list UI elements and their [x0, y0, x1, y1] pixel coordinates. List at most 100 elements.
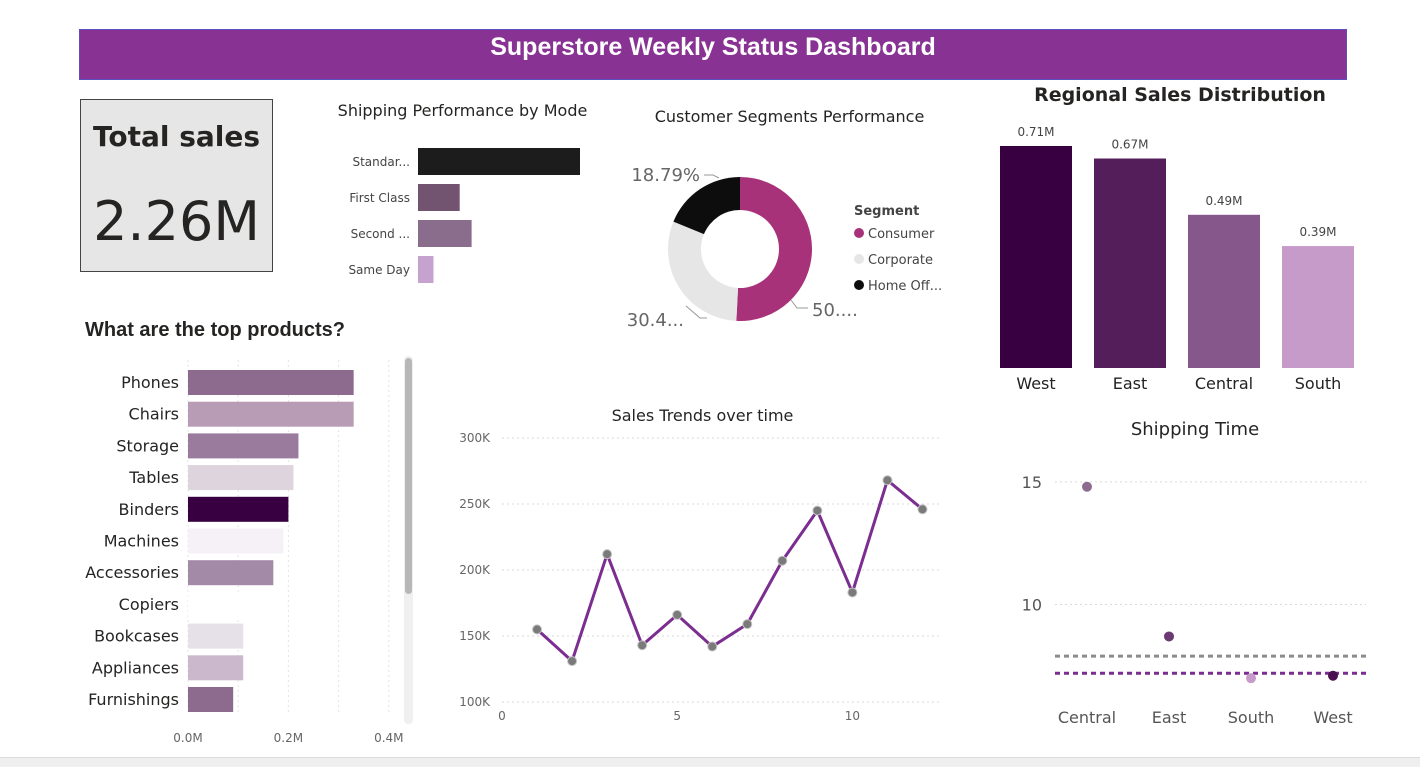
shipping-time-point[interactable]	[1082, 481, 1092, 492]
regional-sales-data-label: 0.39M	[1299, 225, 1336, 239]
product-category-label: Accessories	[85, 563, 179, 582]
segment-slice[interactable]	[736, 177, 813, 321]
shipping-mode-label: First Class	[349, 191, 410, 205]
shipping-time-y-tick: 15	[1022, 473, 1042, 492]
segment-data-label: 18.79%	[631, 165, 700, 186]
product-category-label: Binders	[119, 500, 179, 519]
top-products-chart[interactable]: Phones Chairs Storage Tables Binders Machines…	[80, 355, 410, 750]
product-category-label: Storage	[116, 436, 179, 455]
trend-point[interactable]	[777, 555, 788, 566]
regional-sales-bar[interactable]	[1282, 246, 1354, 368]
segment-legend-item[interactable]: Home Off...	[868, 279, 942, 294]
total-sales-card[interactable]: Total sales 2.26M	[80, 99, 273, 272]
segment-data-label: 30.4...	[627, 310, 684, 331]
trend-y-tick: 100K	[459, 695, 491, 709]
shipping-time-chart-title: Shipping Time	[1130, 419, 1260, 440]
shipping-time-y-tick: 10	[1022, 596, 1042, 615]
product-category-label: Appliances	[92, 658, 179, 677]
trend-point[interactable]	[917, 504, 928, 515]
products-x-tick: 0.2M	[274, 731, 303, 745]
shipping-mode-chart-title: Shipping Performance by Mode	[337, 101, 588, 120]
top-products-chart-title: What are the top products?	[85, 319, 345, 341]
trend-point[interactable]	[742, 619, 753, 630]
trend-point[interactable]	[637, 640, 648, 651]
regional-sales-bar[interactable]	[1188, 214, 1260, 368]
shipping-time-category-label: East	[1152, 708, 1187, 727]
product-category-label: Tables	[128, 468, 179, 487]
trend-x-tick: 0	[498, 709, 506, 723]
kpi-value: 2.26M	[93, 190, 260, 253]
trend-point[interactable]	[567, 656, 578, 667]
product-bar[interactable]	[188, 560, 274, 586]
shipping-mode-bar[interactable]	[418, 184, 460, 211]
shipping-time-category-label: South	[1228, 708, 1275, 727]
product-bar[interactable]	[188, 401, 354, 427]
product-bar[interactable]	[188, 496, 289, 522]
trend-point[interactable]	[672, 609, 683, 620]
regional-sales-bar[interactable]	[1094, 158, 1166, 368]
sales-trend-chart-title: Sales Trends over time	[611, 406, 794, 425]
legend-marker-icon	[854, 280, 864, 290]
shipping-time-point[interactable]	[1246, 673, 1256, 684]
trend-line[interactable]	[536, 478, 924, 663]
sales-trend-chart[interactable]: 100K 150K 200K 250K 300K 0 5 10	[440, 425, 950, 730]
products-x-tick: 0.0M	[173, 731, 202, 745]
segment-slice[interactable]	[668, 221, 739, 321]
regional-sales-chart-title: Regional Sales Distribution	[1034, 84, 1326, 106]
trend-point[interactable]	[602, 549, 613, 560]
regional-sales-category-label: West	[1016, 374, 1055, 393]
regional-sales-category-label: Central	[1195, 374, 1253, 393]
product-bar[interactable]	[188, 623, 244, 649]
shipping-mode-label: Second ...	[351, 227, 410, 241]
segment-legend-item[interactable]: Consumer	[868, 227, 935, 242]
segments-chart-title: Customer Segments Performance	[654, 107, 925, 126]
products-scrollbar[interactable]	[404, 356, 413, 724]
product-category-label: Chairs	[129, 405, 179, 424]
trend-point[interactable]	[532, 624, 543, 635]
product-category-label: Furnishings	[88, 690, 179, 709]
shipping-mode-bar[interactable]	[418, 148, 580, 175]
product-bar[interactable]	[188, 370, 354, 395]
shipping-time-point[interactable]	[1164, 631, 1174, 642]
shipping-mode-label: Standar...	[352, 155, 410, 169]
shipping-time-category-label: Central	[1058, 708, 1116, 727]
product-bar[interactable]	[188, 433, 299, 459]
shipping-time-chart[interactable]: 10 15 Central East South West	[1010, 445, 1370, 735]
shipping-mode-bar[interactable]	[418, 220, 472, 247]
kpi-label: Total sales	[92, 120, 261, 153]
trend-y-tick: 250K	[459, 497, 491, 511]
trend-point[interactable]	[882, 475, 893, 486]
regional-sales-chart[interactable]: 0.71M West 0.67M East 0.49M Central 0.39M South	[990, 115, 1365, 400]
segment-leader-line	[790, 299, 808, 309]
segments-donut-chart[interactable]: 50.... 30.4... 18.79% Segment Consumer Corpor…	[625, 140, 955, 340]
trend-y-tick: 200K	[459, 563, 491, 577]
regional-sales-data-label: 0.67M	[1111, 138, 1148, 152]
trend-y-tick: 300K	[459, 431, 491, 445]
regional-sales-bar[interactable]	[1000, 146, 1072, 368]
product-bar[interactable]	[188, 465, 294, 491]
product-bar[interactable]	[188, 655, 244, 681]
shipping-mode-bar[interactable]	[418, 256, 434, 283]
trend-point[interactable]	[812, 505, 823, 516]
segment-legend-item[interactable]: Corporate	[868, 253, 933, 268]
shipping-time-point[interactable]	[1328, 670, 1338, 681]
products-scrollbar-thumb[interactable]	[405, 358, 412, 594]
shipping-mode-label: Same Day	[348, 263, 410, 277]
trend-y-tick: 150K	[459, 629, 491, 643]
product-bar[interactable]	[188, 687, 234, 712]
product-category-label: Copiers	[119, 595, 179, 614]
trend-x-tick: 5	[673, 709, 681, 723]
legend-marker-icon	[854, 228, 864, 238]
dashboard-title: Superstore Weekly Status Dashboard	[490, 33, 936, 61]
trend-point[interactable]	[707, 641, 718, 652]
segment-data-label: 50....	[812, 300, 858, 321]
segment-legend-title: Segment	[854, 204, 919, 219]
regional-sales-category-label: East	[1113, 374, 1148, 393]
trend-x-tick: 10	[845, 709, 860, 723]
product-bar[interactable]	[188, 591, 264, 617]
segment-leader-line	[704, 174, 720, 179]
product-category-label: Phones	[121, 373, 179, 392]
product-bar[interactable]	[188, 528, 284, 554]
trend-point[interactable]	[847, 587, 858, 598]
shipping-mode-chart[interactable]: Standar... First Class Second ... Same Day	[330, 135, 600, 295]
